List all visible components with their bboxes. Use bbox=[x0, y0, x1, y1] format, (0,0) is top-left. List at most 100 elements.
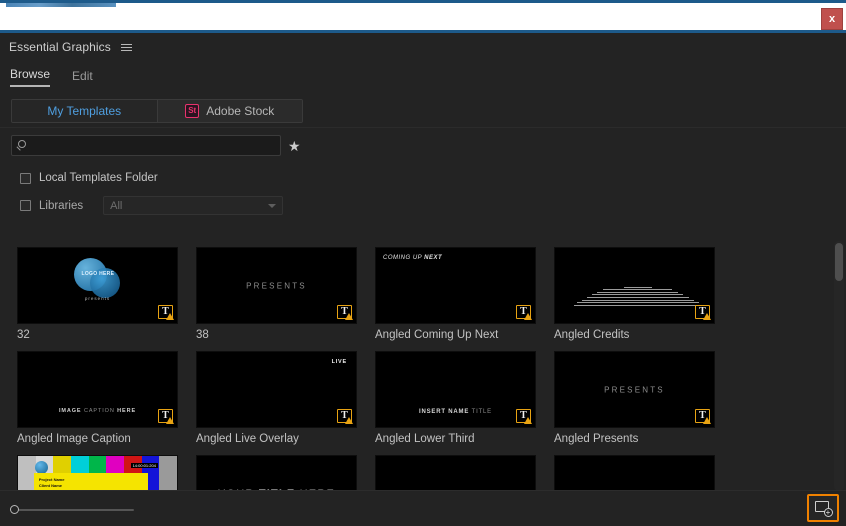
panel-bottom-bar: + bbox=[0, 490, 846, 526]
application-window: x Essential Graphics Browse Edit My Temp… bbox=[0, 0, 846, 526]
text-warning-badge-icon: T bbox=[695, 305, 711, 320]
template-item[interactable]: YOUR TITLE HERE T Angled Title bbox=[196, 455, 357, 492]
adobe-stock-icon: St bbox=[185, 104, 200, 118]
template-name: Angled Coming Up Next bbox=[375, 329, 499, 341]
template-item[interactable]: COMING UP NEXT T Angled Coming Up Next bbox=[375, 247, 536, 341]
template-thumbnail[interactable]: YOUR TITLE HERE T bbox=[196, 455, 357, 492]
panel-tabs: Browse Edit bbox=[0, 61, 846, 87]
slate-timecode: 14:00:01:204 bbox=[130, 462, 158, 468]
templates-scrollbar[interactable] bbox=[834, 241, 844, 491]
template-thumbnail[interactable] bbox=[554, 455, 715, 492]
text-warning-badge-icon: T bbox=[158, 305, 174, 320]
thumbnail-text: IMAGE CAPTION HERE bbox=[59, 408, 136, 414]
template-name: Angled Credits bbox=[554, 329, 630, 341]
hamburger-menu-icon[interactable] bbox=[120, 43, 133, 51]
template-name: Angled Presents bbox=[554, 433, 639, 445]
text-warning-badge-icon: T bbox=[158, 409, 174, 424]
panel-header: Essential Graphics bbox=[0, 33, 846, 61]
search-box[interactable] bbox=[11, 135, 281, 156]
slider-track bbox=[16, 509, 134, 511]
template-thumbnail[interactable]: PRESENTS T bbox=[554, 351, 715, 428]
template-name: Angled Live Overlay bbox=[196, 433, 299, 445]
libraries-filter-row: Libraries All bbox=[0, 196, 846, 215]
thumbnail-art-credits bbox=[574, 285, 702, 315]
template-item[interactable] bbox=[554, 455, 715, 492]
thumbnail-text-bold: INSERT NAME bbox=[419, 409, 472, 415]
local-templates-checkbox[interactable] bbox=[20, 172, 31, 184]
template-item[interactable] bbox=[375, 455, 536, 492]
thumbnail-text-dim: TITLE bbox=[471, 409, 492, 415]
thumbnail-text-dim: CAPTION bbox=[83, 408, 118, 414]
template-name: Angled Lower Third bbox=[375, 433, 475, 445]
template-thumbnail[interactable]: LIVE T bbox=[196, 351, 357, 428]
logo-text: LOGO HERE bbox=[81, 271, 115, 277]
thumbnail-text-bold2: HERE bbox=[117, 408, 137, 414]
text-warning-badge-icon: T bbox=[516, 305, 532, 320]
my-templates-button[interactable]: My Templates bbox=[12, 100, 157, 122]
chevron-down-icon bbox=[268, 203, 277, 208]
template-thumbnail[interactable]: LOGO HERE presents T bbox=[17, 247, 178, 324]
adobe-stock-button[interactable]: St Adobe Stock bbox=[156, 100, 302, 122]
text-warning-badge-icon: T bbox=[337, 409, 353, 424]
text-warning-badge-icon: T bbox=[337, 305, 353, 320]
template-thumbnail[interactable]: T bbox=[554, 247, 715, 324]
new-item-icon: + bbox=[814, 501, 833, 517]
libraries-label: Libraries bbox=[39, 199, 84, 212]
thumbnail-text: COMING UP NEXT bbox=[383, 255, 442, 261]
thumbnail-text-light: COMING UP bbox=[383, 255, 425, 261]
close-button[interactable]: x bbox=[821, 8, 843, 30]
template-name: 38 bbox=[196, 329, 209, 341]
essential-graphics-panel: Essential Graphics Browse Edit My Templa… bbox=[0, 33, 846, 526]
thumbnail-text-bold1: IMAGE bbox=[58, 408, 84, 414]
template-item[interactable]: 14:00:01:204 Project Name Client Name T bbox=[17, 455, 178, 492]
panel-title: Essential Graphics bbox=[9, 40, 111, 54]
thumbnail-text: PRESENTS bbox=[604, 385, 665, 394]
template-thumbnail[interactable]: PRESENTS T bbox=[196, 247, 357, 324]
template-thumbnail[interactable]: INSERT NAME TITLE T bbox=[375, 351, 536, 428]
template-item[interactable]: PRESENTS T Angled Presents bbox=[554, 351, 715, 445]
template-item[interactable]: PRESENTS T 38 bbox=[196, 247, 357, 341]
tab-browse[interactable]: Browse bbox=[10, 67, 51, 87]
thumbnail-size-slider[interactable] bbox=[10, 505, 135, 515]
thumbnail-text: INSERT NAME TITLE bbox=[419, 409, 492, 415]
thumbnail-text: PRESENTS bbox=[246, 281, 307, 290]
text-warning-badge-icon: T bbox=[516, 409, 532, 424]
tab-edit[interactable]: Edit bbox=[72, 69, 93, 87]
template-thumbnail[interactable]: COMING UP NEXT T bbox=[375, 247, 536, 324]
template-item[interactable]: T Angled Credits bbox=[554, 247, 715, 341]
template-thumbnail[interactable]: 14:00:01:204 Project Name Client Name T bbox=[17, 455, 178, 492]
libraries-checkbox[interactable] bbox=[20, 200, 31, 211]
tabs-divider bbox=[0, 127, 846, 128]
text-warning-badge-icon: T bbox=[695, 409, 711, 424]
adobe-stock-label: Adobe Stock bbox=[206, 104, 275, 118]
new-graphic-template-button[interactable]: + bbox=[807, 494, 839, 522]
source-toggle-row: My Templates St Adobe Stock bbox=[0, 87, 846, 123]
search-input[interactable] bbox=[32, 136, 276, 155]
templates-grid-scroll-area[interactable]: LOGO HERE presents T 32 PRESENTS T 38 CO… bbox=[0, 238, 846, 492]
template-item[interactable]: LIVE T Angled Live Overlay bbox=[196, 351, 357, 445]
my-templates-label: My Templates bbox=[47, 104, 122, 118]
tab-strip-ghost bbox=[6, 3, 116, 7]
template-thumbnail[interactable] bbox=[375, 455, 536, 492]
libraries-select[interactable]: All bbox=[103, 196, 284, 215]
search-icon bbox=[18, 140, 26, 148]
local-templates-label: Local Templates Folder bbox=[39, 172, 158, 184]
scrollbar-thumb[interactable] bbox=[835, 243, 843, 281]
template-item[interactable]: LOGO HERE presents T 32 bbox=[17, 247, 178, 341]
template-thumbnail[interactable]: IMAGE CAPTION HERE T bbox=[17, 351, 178, 428]
slider-handle[interactable] bbox=[10, 505, 19, 514]
templates-grid: LOGO HERE presents T 32 PRESENTS T 38 CO… bbox=[0, 238, 846, 492]
thumbnail-text-bold: NEXT bbox=[424, 255, 443, 261]
source-segmented-control: My Templates St Adobe Stock bbox=[11, 99, 303, 123]
local-templates-filter-row: Local Templates Folder bbox=[0, 172, 846, 184]
template-name: Angled Image Caption bbox=[17, 433, 131, 445]
favorites-star-icon[interactable]: ★ bbox=[288, 139, 301, 153]
thumbnail-text: LIVE bbox=[331, 359, 347, 365]
thumbnail-art-logo: LOGO HERE presents bbox=[18, 248, 177, 323]
libraries-select-value: All bbox=[110, 199, 123, 212]
template-item[interactable]: INSERT NAME TITLE T Angled Lower Third bbox=[375, 351, 536, 445]
slate-subtitle: Client Name bbox=[38, 482, 63, 488]
logo-subtext: presents bbox=[84, 296, 111, 301]
template-name: 32 bbox=[17, 329, 30, 341]
template-item[interactable]: IMAGE CAPTION HERE T Angled Image Captio… bbox=[17, 351, 178, 445]
